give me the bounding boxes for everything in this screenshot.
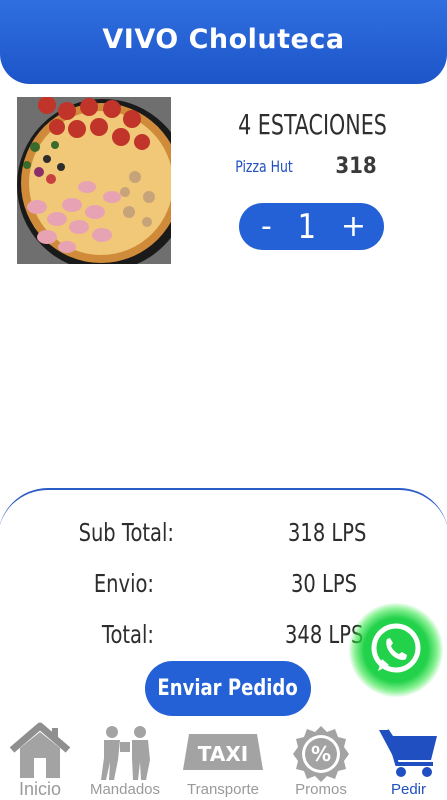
cart-icon (378, 729, 437, 777)
subtotal-label: Sub Total: (78, 518, 174, 547)
app-header: VIVO Choluteca (0, 0, 447, 84)
product-price: 318 (335, 154, 377, 179)
increment-button[interactable]: + (341, 211, 366, 242)
nav-label-mandados: Mandados (89, 781, 161, 798)
shipping-value: 30 LPS (291, 569, 358, 598)
total-label: Total: (101, 620, 154, 649)
quantity-stepper: - 1 + (239, 203, 384, 250)
taxi-icon: TAXI (183, 734, 263, 770)
nav-item-promos[interactable]: % Promos (282, 718, 360, 800)
send-order-label: Enviar Pedido (157, 676, 299, 701)
nav-label-pedir: Pedir (390, 781, 427, 798)
product-brand: Pizza Hut (235, 157, 293, 176)
subtotal-value: 318 LPS (288, 518, 367, 547)
delivery-icon (101, 726, 150, 780)
shipping-label: Envio: (93, 569, 154, 598)
taxi-badge-text: TAXI (198, 742, 248, 766)
nav-label-promos: Promos (295, 781, 347, 798)
product-name: 4 ESTACIONES (238, 108, 387, 141)
send-order-button[interactable]: Enviar Pedido (145, 661, 311, 716)
nav-label-transporte: Transporte (187, 781, 259, 798)
nav-item-mandados[interactable]: Mandados (84, 718, 166, 800)
whatsapp-icon (371, 623, 421, 673)
decrement-button[interactable]: - (261, 211, 272, 242)
page-title: VIVO Choluteca (102, 23, 345, 55)
pizza-illustration (17, 97, 171, 264)
nav-label-inicio: Inicio (18, 779, 62, 799)
promo-icon: % (293, 726, 349, 782)
nav-item-inicio[interactable]: Inicio (0, 718, 80, 800)
quantity-value: 1 (297, 206, 316, 247)
bottom-nav: Inicio Mandados TAXI Transporte % Promos (0, 718, 447, 800)
whatsapp-button[interactable] (349, 603, 443, 697)
home-icon (9, 722, 71, 778)
nav-item-pedir[interactable]: Pedir (370, 718, 447, 800)
nav-item-transporte[interactable]: TAXI Transporte (180, 718, 266, 800)
product-image (17, 97, 171, 264)
promo-badge-text: % (311, 742, 331, 766)
